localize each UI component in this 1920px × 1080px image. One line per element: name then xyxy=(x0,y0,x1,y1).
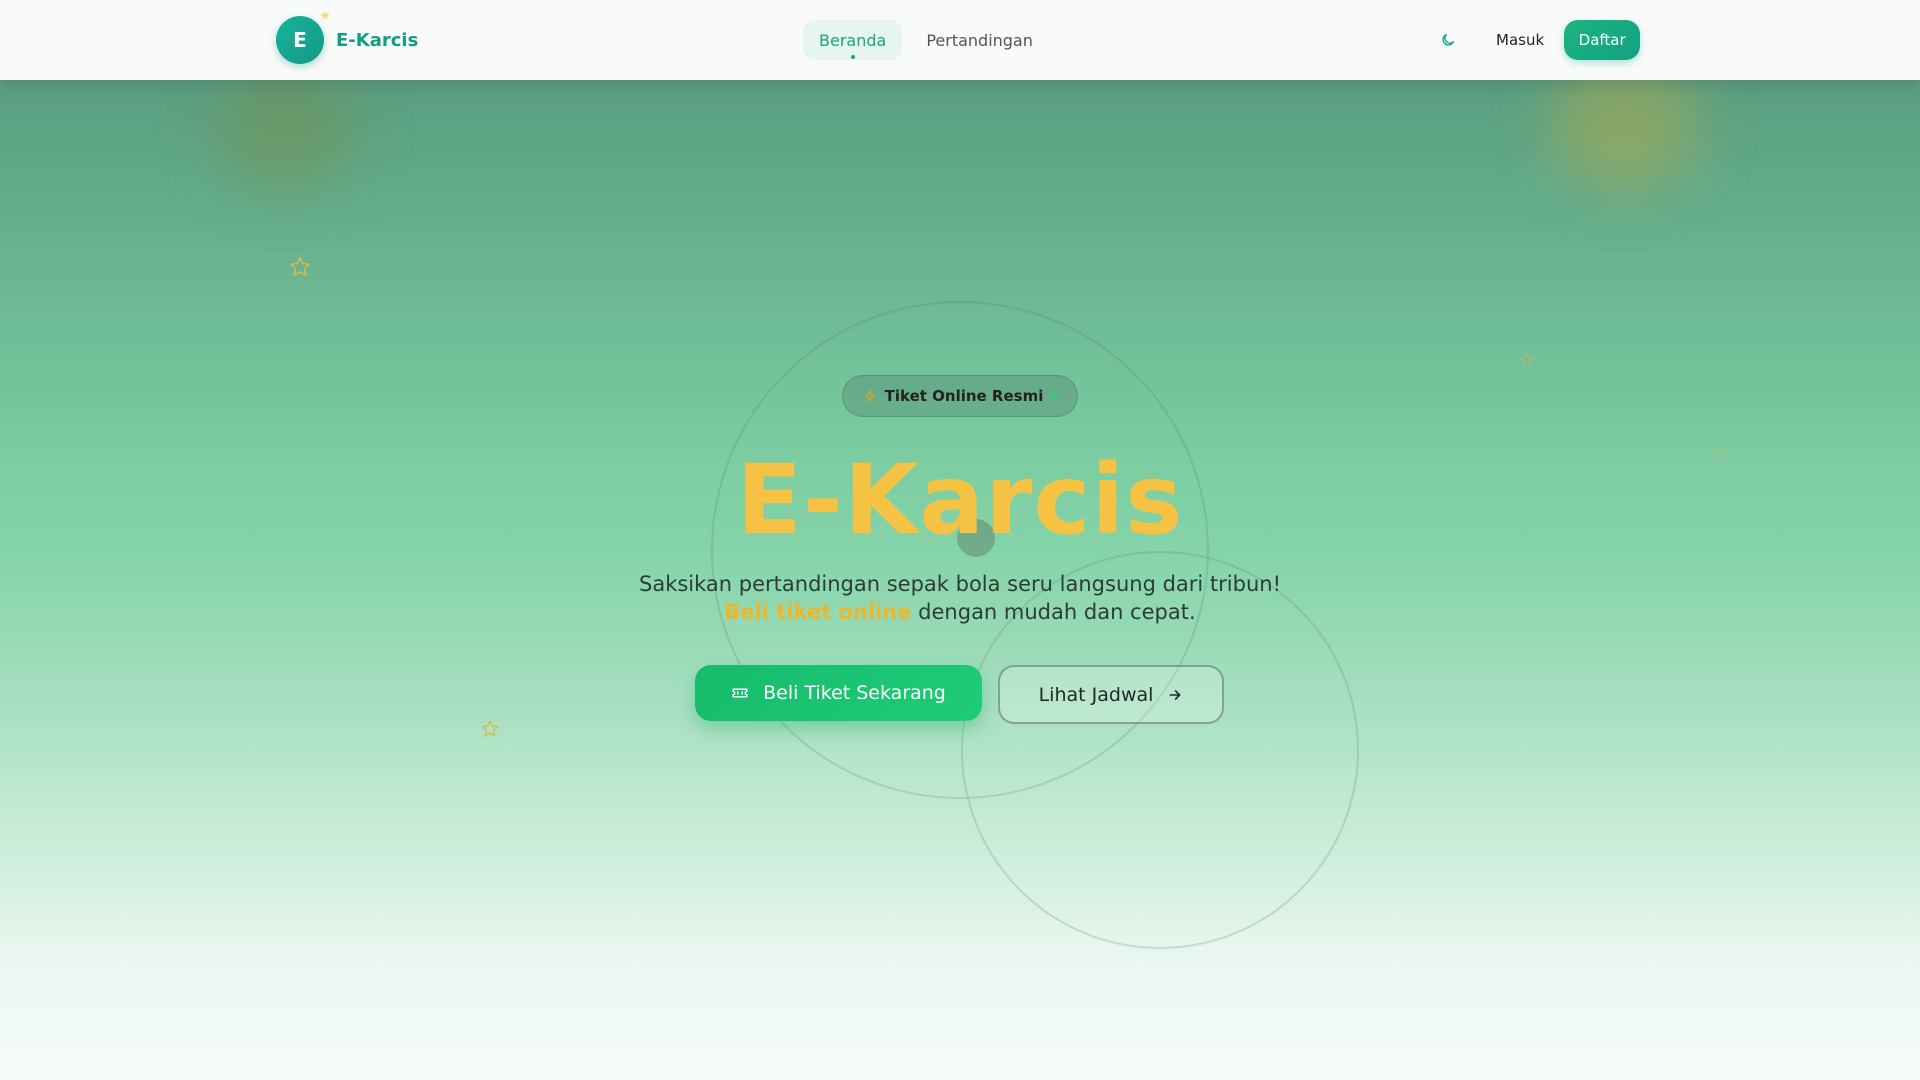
nav-actions: Masuk Daftar xyxy=(1428,20,1641,60)
hero-subtitle-rest: dengan mudah dan cepat. xyxy=(911,600,1196,624)
hero-subtitle: Saksikan pertandingan sepak bola seru la… xyxy=(0,570,1920,626)
official-badge: Tiket Online Resmi xyxy=(842,375,1078,417)
logo-letter: E xyxy=(293,28,307,52)
star-icon xyxy=(288,255,312,279)
moon-icon xyxy=(1440,32,1456,48)
logo-badge: E ✳ xyxy=(276,10,330,64)
buy-ticket-label: Beli Tiket Sekarang xyxy=(763,682,946,704)
sparkle-icon: ✳ xyxy=(319,9,330,23)
register-button[interactable]: Daftar xyxy=(1564,20,1641,60)
buy-ticket-button[interactable]: Beli Tiket Sekarang xyxy=(695,665,982,721)
ticket-icon xyxy=(731,684,749,702)
hero-subtitle-line1: Saksikan pertandingan sepak bola seru la… xyxy=(639,572,1281,596)
nav-link-label: Beranda xyxy=(819,30,887,50)
star-icon xyxy=(1519,352,1535,368)
nav-link-label: Pertandingan xyxy=(926,30,1033,50)
nav-link-pertandingan[interactable]: Pertandingan xyxy=(910,20,1049,60)
bolt-icon xyxy=(863,388,877,404)
status-dot xyxy=(1051,393,1058,399)
active-indicator xyxy=(850,55,855,59)
arrow-right-icon xyxy=(1167,687,1183,703)
hero-section: Tiket Online Resmi E-Karcis Saksikan per… xyxy=(0,0,1920,1080)
badge-label: Tiket Online Resmi xyxy=(884,387,1044,405)
brand-name: E-Karcis xyxy=(336,29,419,51)
theme-toggle-button[interactable] xyxy=(1428,20,1468,60)
view-schedule-button[interactable]: Lihat Jadwal xyxy=(998,665,1224,724)
hero-subtitle-highlight: Beli tiket online xyxy=(724,600,912,624)
view-schedule-label: Lihat Jadwal xyxy=(1038,683,1154,706)
login-button[interactable]: Masuk xyxy=(1482,20,1558,60)
main-nav: Beranda Pertandingan xyxy=(803,20,1049,60)
top-navbar: E ✳ E-Karcis Beranda Pertandingan Masuk … xyxy=(0,0,1920,80)
nav-link-beranda[interactable]: Beranda xyxy=(803,20,903,60)
decor-blob-left xyxy=(215,70,355,190)
hero-title: E-Karcis xyxy=(736,444,1184,556)
page: Tiket Online Resmi E-Karcis Saksikan per… xyxy=(0,0,1920,1080)
star-icon xyxy=(480,719,500,739)
brand-logo-link[interactable]: E ✳ E-Karcis xyxy=(276,10,419,64)
